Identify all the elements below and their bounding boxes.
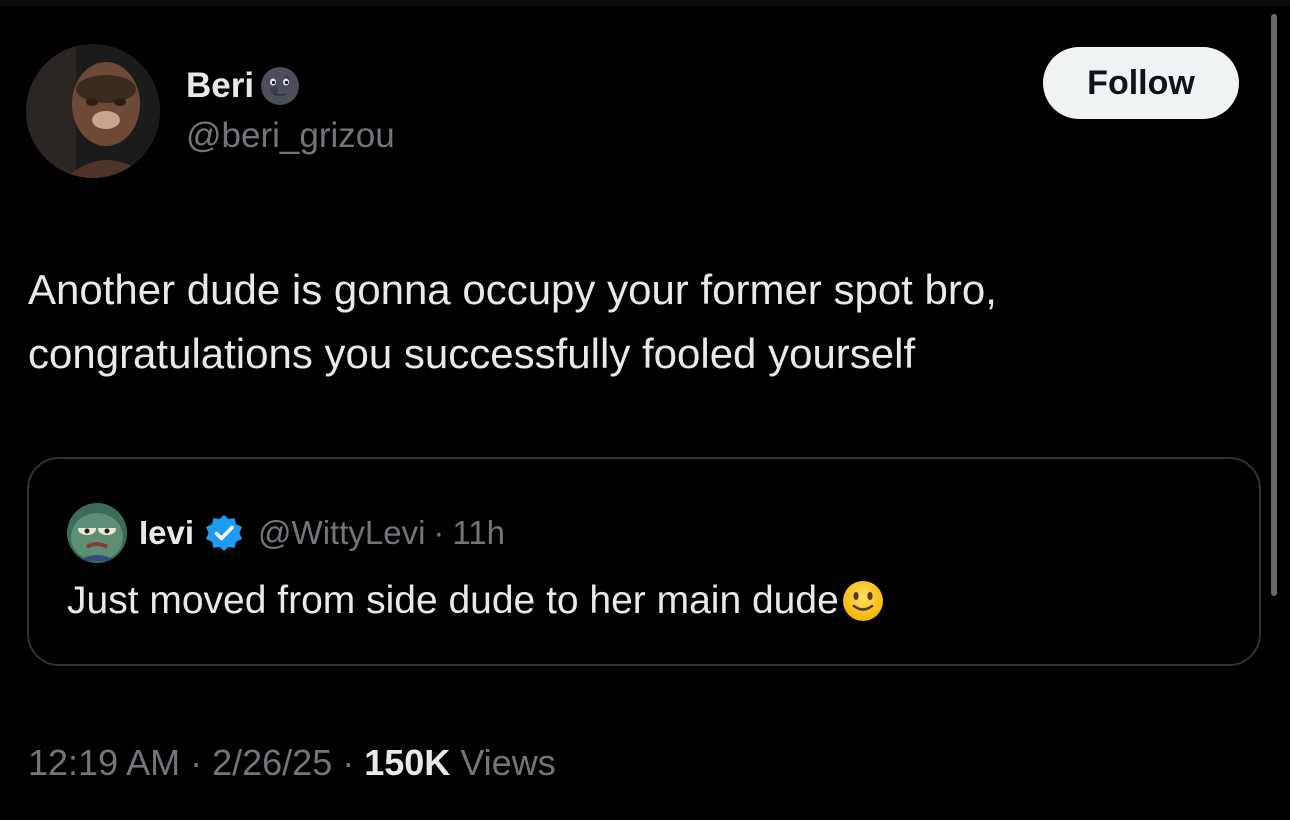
author-avatar[interactable] <box>26 44 160 178</box>
quoted-tweet-card[interactable]: Ɩevi @WittyLevi · 11h Just moved from si… <box>27 457 1261 666</box>
quoted-tweet-text-row: Just moved from side dude to her main du… <box>67 579 885 623</box>
separator-dot: · <box>342 742 355 783</box>
separator-dot: · <box>190 742 203 783</box>
tweet-time[interactable]: 12:19 AM <box>28 742 180 783</box>
scrollbar[interactable] <box>1271 14 1277 596</box>
tweet-date[interactable]: 2/26/25 <box>212 742 332 783</box>
quoted-tweet-text: Just moved from side dude to her main du… <box>67 579 839 622</box>
tweet-text: Another dude is gonna occupy your former… <box>28 266 997 377</box>
author-name-text: Beri <box>186 66 255 105</box>
author-handle[interactable]: @beri_grizou <box>186 116 395 156</box>
quoted-author-name[interactable]: Ɩevi <box>139 514 194 552</box>
follow-button[interactable]: Follow <box>1043 47 1239 119</box>
quoted-tweet-header: Ɩevi @WittyLevi · 11h <box>67 503 505 563</box>
views-label: Views <box>460 742 556 783</box>
slightly-smiling-face-icon <box>842 581 883 621</box>
views-count[interactable]: 150K <box>364 742 450 783</box>
top-edge <box>0 0 1290 6</box>
separator-dot: · <box>433 514 445 551</box>
author-display-name[interactable]: Beri <box>186 64 302 108</box>
quoted-author-avatar[interactable] <box>67 503 127 563</box>
quoted-tweet-time[interactable]: 11h <box>452 514 505 552</box>
verified-badge-icon <box>206 515 243 551</box>
tweet-meta: 12:19 AM · 2/26/25 · 150K Views <box>28 742 556 784</box>
new-moon-face-icon <box>261 67 300 105</box>
quoted-author-handle[interactable]: @WittyLevi <box>258 514 425 552</box>
